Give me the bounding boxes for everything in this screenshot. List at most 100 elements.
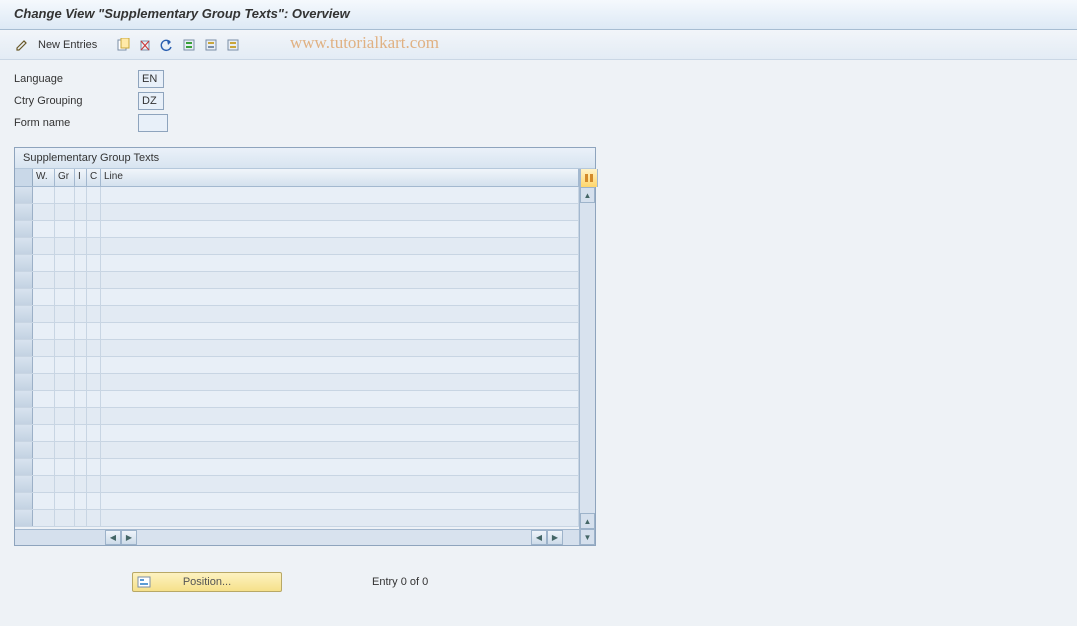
cell-c[interactable] <box>87 238 101 254</box>
column-gr[interactable]: Gr <box>55 169 75 186</box>
cell-gr[interactable] <box>55 374 75 390</box>
cell-gr[interactable] <box>55 255 75 271</box>
cell-gr[interactable] <box>55 238 75 254</box>
cell-line[interactable] <box>101 459 579 475</box>
cell-w[interactable] <box>33 357 55 373</box>
cell-gr[interactable] <box>55 459 75 475</box>
select-all-icon[interactable] <box>179 35 199 55</box>
cell-gr[interactable] <box>55 442 75 458</box>
cell-i[interactable] <box>75 323 87 339</box>
cell-w[interactable] <box>33 510 55 526</box>
cell-line[interactable] <box>101 272 579 288</box>
table-row[interactable] <box>15 204 579 221</box>
table-row[interactable] <box>15 187 579 204</box>
cell-line[interactable] <box>101 357 579 373</box>
copy-as-icon[interactable] <box>113 35 133 55</box>
row-selector[interactable] <box>15 510 33 526</box>
cell-c[interactable] <box>87 425 101 441</box>
table-row[interactable] <box>15 306 579 323</box>
scroll-down-icon[interactable]: ▼ <box>580 529 595 545</box>
table-row[interactable] <box>15 289 579 306</box>
vertical-scrollbar[interactable]: ▲ ▲ ▼ <box>579 169 595 545</box>
select-block-icon[interactable] <box>201 35 221 55</box>
cell-c[interactable] <box>87 510 101 526</box>
table-row[interactable] <box>15 459 579 476</box>
scroll-left-icon[interactable]: ◀ <box>105 530 121 545</box>
cell-i[interactable] <box>75 442 87 458</box>
cell-w[interactable] <box>33 323 55 339</box>
row-selector[interactable] <box>15 374 33 390</box>
cell-line[interactable] <box>101 374 579 390</box>
table-row[interactable] <box>15 340 579 357</box>
row-selector[interactable] <box>15 459 33 475</box>
table-row[interactable] <box>15 255 579 272</box>
cell-gr[interactable] <box>55 187 75 203</box>
row-selector[interactable] <box>15 408 33 424</box>
cell-i[interactable] <box>75 272 87 288</box>
cell-w[interactable] <box>33 255 55 271</box>
cell-w[interactable] <box>33 442 55 458</box>
cell-i[interactable] <box>75 425 87 441</box>
cell-i[interactable] <box>75 289 87 305</box>
toggle-edit-icon[interactable] <box>12 35 32 55</box>
cell-gr[interactable] <box>55 289 75 305</box>
cell-c[interactable] <box>87 323 101 339</box>
cell-i[interactable] <box>75 204 87 220</box>
cell-i[interactable] <box>75 255 87 271</box>
table-row[interactable] <box>15 425 579 442</box>
row-selector[interactable] <box>15 187 33 203</box>
row-selector[interactable] <box>15 238 33 254</box>
table-row[interactable] <box>15 374 579 391</box>
cell-w[interactable] <box>33 221 55 237</box>
scroll-down-up-icon[interactable]: ▲ <box>580 513 595 529</box>
cell-line[interactable] <box>101 340 579 356</box>
table-row[interactable] <box>15 357 579 374</box>
cell-w[interactable] <box>33 459 55 475</box>
cell-gr[interactable] <box>55 272 75 288</box>
row-selector[interactable] <box>15 204 33 220</box>
ctry-grouping-input[interactable] <box>138 92 164 110</box>
cell-c[interactable] <box>87 272 101 288</box>
table-row[interactable] <box>15 408 579 425</box>
cell-i[interactable] <box>75 493 87 509</box>
cell-i[interactable] <box>75 357 87 373</box>
cell-line[interactable] <box>101 476 579 492</box>
cell-w[interactable] <box>33 425 55 441</box>
row-selector[interactable] <box>15 425 33 441</box>
cell-gr[interactable] <box>55 357 75 373</box>
cell-line[interactable] <box>101 306 579 322</box>
row-selector[interactable] <box>15 306 33 322</box>
cell-c[interactable] <box>87 391 101 407</box>
cell-w[interactable] <box>33 187 55 203</box>
cell-line[interactable] <box>101 204 579 220</box>
table-row[interactable] <box>15 442 579 459</box>
row-selector[interactable] <box>15 391 33 407</box>
column-selector[interactable] <box>15 169 33 186</box>
row-selector[interactable] <box>15 442 33 458</box>
cell-c[interactable] <box>87 357 101 373</box>
cell-c[interactable] <box>87 442 101 458</box>
cell-i[interactable] <box>75 340 87 356</box>
table-row[interactable] <box>15 476 579 493</box>
cell-gr[interactable] <box>55 391 75 407</box>
cell-w[interactable] <box>33 408 55 424</box>
cell-w[interactable] <box>33 204 55 220</box>
table-row[interactable] <box>15 221 579 238</box>
deselect-all-icon[interactable] <box>223 35 243 55</box>
cell-line[interactable] <box>101 289 579 305</box>
column-i[interactable]: I <box>75 169 87 186</box>
cell-line[interactable] <box>101 255 579 271</box>
cell-w[interactable] <box>33 340 55 356</box>
column-c[interactable]: C <box>87 169 101 186</box>
cell-w[interactable] <box>33 306 55 322</box>
scroll-right-icon[interactable]: ▶ <box>121 530 137 545</box>
scroll-up-icon[interactable]: ▲ <box>580 187 595 203</box>
cell-w[interactable] <box>33 391 55 407</box>
cell-w[interactable] <box>33 476 55 492</box>
table-row[interactable] <box>15 391 579 408</box>
cell-gr[interactable] <box>55 221 75 237</box>
table-row[interactable] <box>15 238 579 255</box>
cell-gr[interactable] <box>55 476 75 492</box>
table-row[interactable] <box>15 323 579 340</box>
cell-c[interactable] <box>87 493 101 509</box>
